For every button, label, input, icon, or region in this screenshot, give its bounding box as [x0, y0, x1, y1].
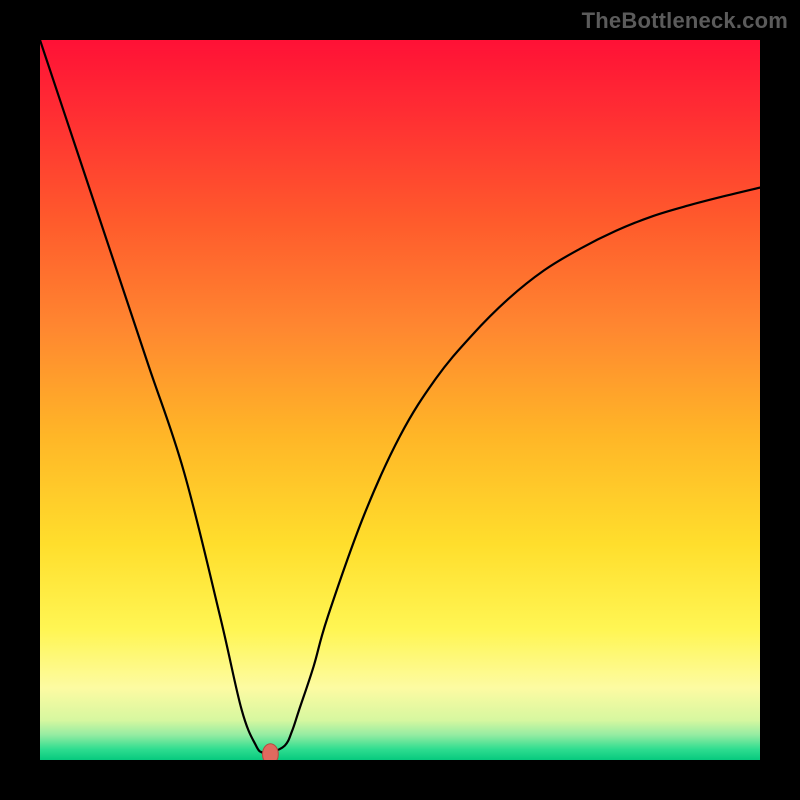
optimal-point-marker — [262, 744, 278, 760]
gradient-background — [40, 40, 760, 760]
watermark-label: TheBottleneck.com — [582, 8, 788, 34]
chart-frame: TheBottleneck.com — [0, 0, 800, 800]
chart-svg — [40, 40, 760, 760]
plot-area — [40, 40, 760, 760]
